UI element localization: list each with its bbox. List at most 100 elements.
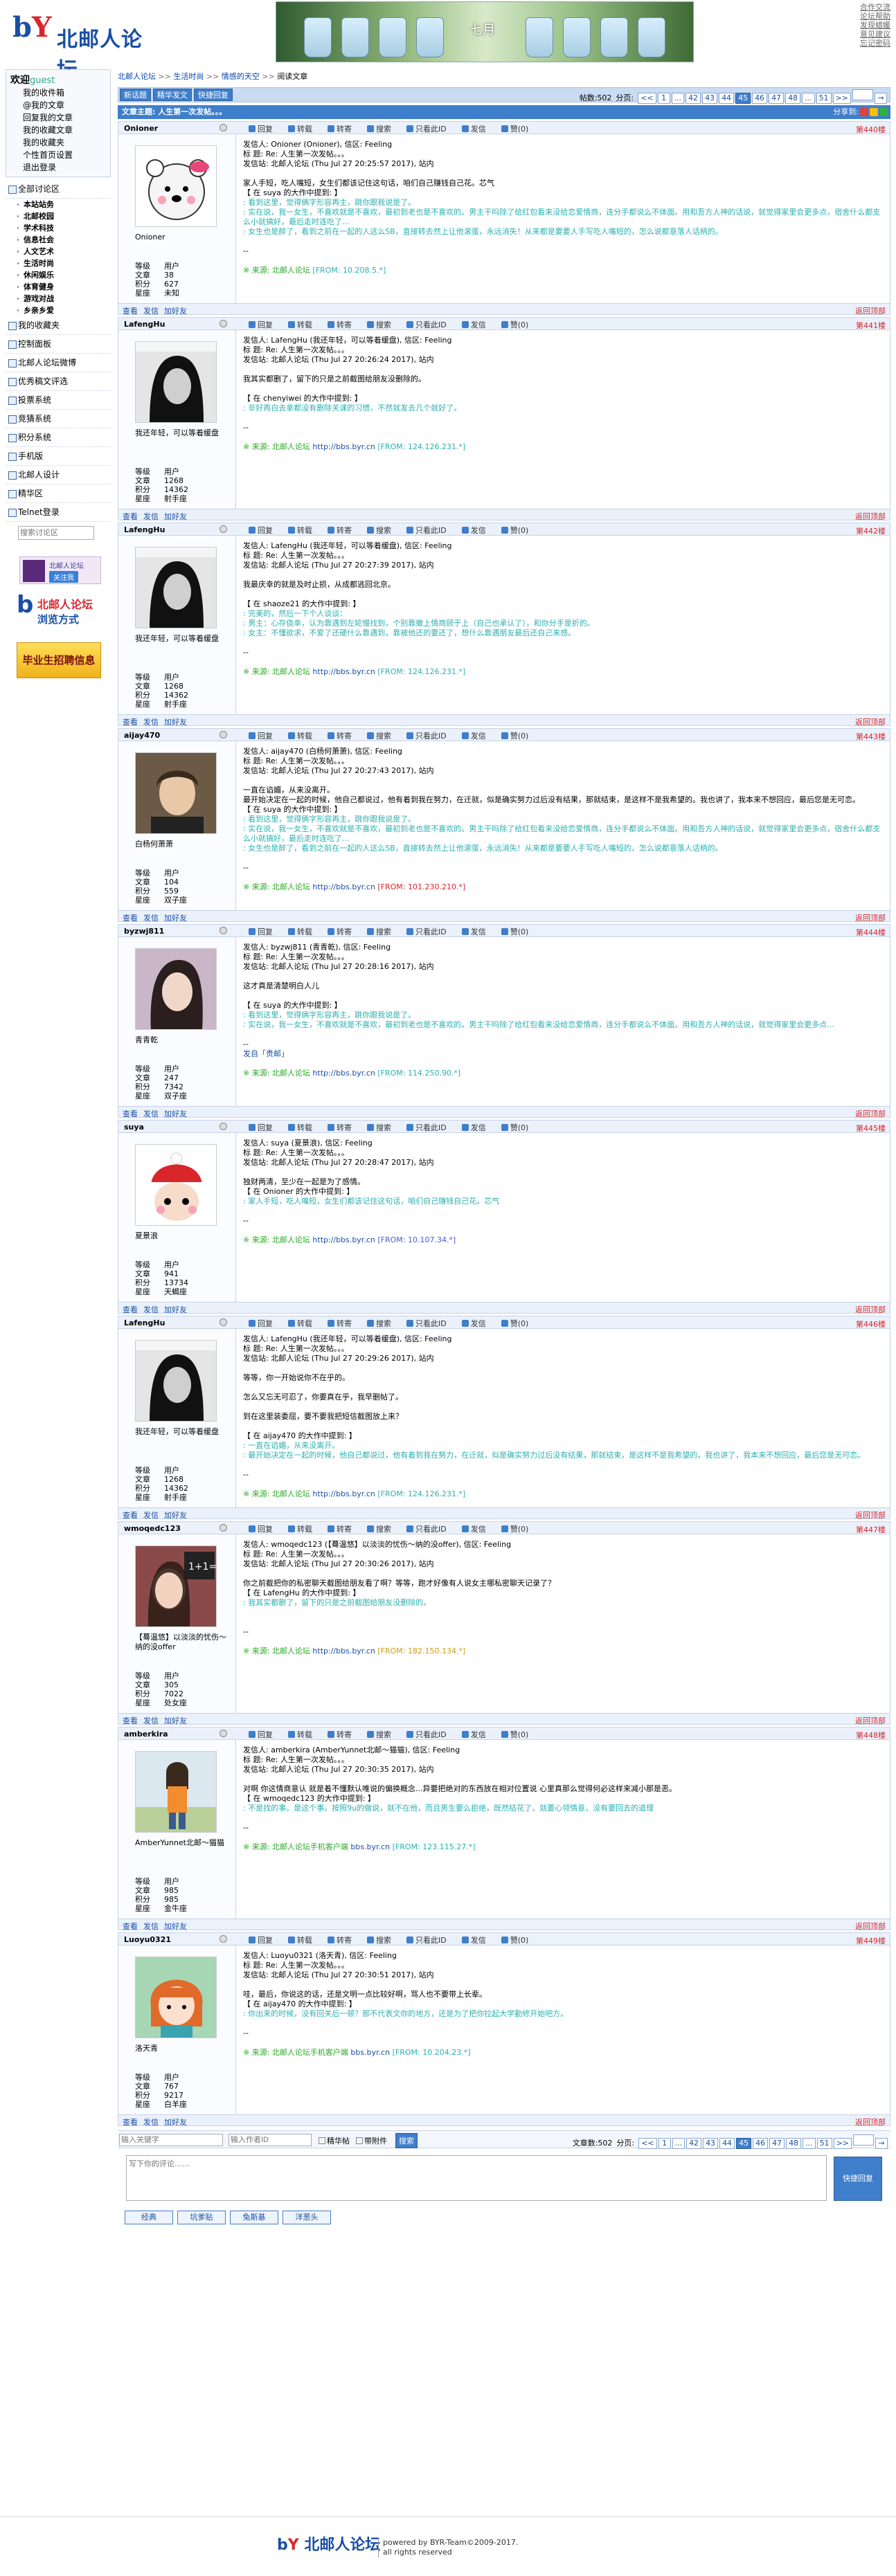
search-action[interactable]: 搜索 (367, 1729, 399, 1740)
only-this-id-action[interactable]: 只看此ID (406, 1318, 454, 1329)
sidebar-subsection[interactable]: 游戏对战 (17, 293, 111, 305)
post-author[interactable]: Onioner (124, 124, 158, 133)
forward-action[interactable]: 转寄 (328, 123, 359, 134)
send-mail-action[interactable]: 发信 (461, 1122, 494, 1133)
add-friend-link[interactable]: 加好友 (164, 1511, 187, 1520)
floor-number[interactable]: 第443楼 (856, 731, 886, 742)
user-link[interactable]: 我的收藏夹 (10, 136, 106, 149)
page-link[interactable]: ... (671, 93, 685, 104)
reply-action[interactable]: 回复 (249, 1729, 280, 1740)
search-action[interactable]: 搜索 (367, 1523, 399, 1534)
sidebar-subsection[interactable]: 学术科技 (17, 222, 111, 234)
view-profile-link[interactable]: 查看 (123, 1922, 138, 1931)
search-action[interactable]: 搜索 (367, 730, 399, 741)
view-profile-link[interactable]: 查看 (123, 1511, 138, 1520)
send-mail-action[interactable]: 发信 (461, 926, 494, 937)
add-friend-link[interactable]: 加好友 (164, 307, 187, 316)
view-profile-link[interactable]: 查看 (123, 718, 138, 727)
browse-mode-ad[interactable]: b 北邮人论坛 浏览方式 (17, 591, 104, 635)
repost-action[interactable]: 转载 (288, 1318, 320, 1329)
emoticon-tab-onion[interactable]: 洋葱头 (283, 2211, 331, 2224)
page-jump-input[interactable] (852, 89, 873, 100)
page-link[interactable]: 51 (816, 93, 832, 104)
sidebar-subsection[interactable]: 人文艺术 (17, 246, 111, 257)
source-link[interactable]: http://bbs.byr.cn (312, 1235, 375, 1244)
back-to-top-link[interactable]: 返回顶部 (855, 1715, 886, 1726)
view-profile-link[interactable]: 查看 (123, 512, 138, 521)
like-action[interactable]: 赞(0) (501, 926, 537, 937)
page-link[interactable]: 51 (816, 2138, 832, 2149)
send-mail-action[interactable]: 发信 (461, 525, 494, 536)
repost-action[interactable]: 转载 (288, 730, 320, 741)
sidebar-section[interactable]: 北邮人论坛微博 (6, 354, 111, 372)
send-mail-action[interactable]: 发信 (461, 1523, 494, 1534)
view-profile-link[interactable]: 查看 (123, 914, 138, 923)
search-action[interactable]: 搜索 (367, 319, 399, 330)
repost-action[interactable]: 转载 (288, 319, 320, 330)
only-this-id-action[interactable]: 只看此ID (406, 926, 454, 937)
page-link[interactable]: 1 (658, 2138, 671, 2149)
reply-action[interactable]: 回复 (249, 730, 280, 741)
only-this-id-action[interactable]: 只看此ID (406, 319, 454, 330)
floor-number[interactable]: 第444楼 (856, 927, 886, 938)
board-search-input[interactable] (18, 526, 94, 540)
page-link[interactable]: 45 (736, 2138, 752, 2149)
forward-action[interactable]: 转寄 (328, 319, 359, 330)
source-link[interactable]: bbs.byr.cn (350, 1842, 390, 1851)
avatar[interactable] (135, 752, 217, 834)
reply-textarea[interactable] (126, 2155, 827, 2201)
source-link[interactable]: http://bbs.byr.cn (312, 1647, 375, 1656)
floor-number[interactable]: 第445楼 (856, 1123, 886, 1134)
search-action[interactable]: 搜索 (367, 1318, 399, 1329)
page-link[interactable]: 43 (702, 93, 718, 104)
page-link[interactable]: 46 (753, 2138, 769, 2149)
page-link[interactable]: 47 (769, 93, 785, 104)
sidebar-section[interactable]: 手机版 (6, 447, 111, 466)
reply-action[interactable]: 回复 (249, 926, 280, 937)
forward-action[interactable]: 转寄 (328, 525, 359, 536)
back-to-top-link[interactable]: 返回顶部 (855, 2116, 886, 2128)
back-to-top-link[interactable]: 返回顶部 (855, 511, 886, 522)
user-link[interactable]: 个性首页设置 (10, 149, 106, 161)
forward-action[interactable]: 转寄 (328, 926, 359, 937)
repost-action[interactable]: 转载 (288, 1729, 320, 1740)
only-this-id-action[interactable]: 只看此ID (406, 1934, 454, 1945)
page-link[interactable]: 43 (703, 2138, 719, 2149)
source-link[interactable]: bbs.byr.cn (350, 2048, 390, 2057)
user-link[interactable]: @我的文章 (10, 99, 106, 111)
emoticon-tab-classic[interactable]: 经典 (125, 2211, 173, 2224)
post-author[interactable]: suya (124, 1123, 144, 1132)
repost-action[interactable]: 转载 (288, 1934, 320, 1945)
top-banner[interactable]: 七月 (276, 1, 694, 62)
add-friend-link[interactable]: 加好友 (164, 1922, 187, 1931)
view-profile-link[interactable]: 查看 (123, 1716, 138, 1725)
page-link[interactable]: 46 (752, 93, 768, 104)
top-link-forgot-password[interactable]: 忘记密码 (860, 39, 890, 48)
back-to-top-link[interactable]: 返回顶部 (855, 1304, 886, 1315)
floor-number[interactable]: 第446楼 (856, 1318, 886, 1330)
keyword-input[interactable] (119, 2134, 223, 2146)
add-friend-link[interactable]: 加好友 (164, 1716, 187, 1725)
page-link[interactable]: ... (802, 93, 815, 104)
send-mail-action[interactable]: 发信 (461, 1729, 494, 1740)
sidebar-subsection[interactable]: 本站站务 (17, 199, 111, 210)
floor-number[interactable]: 第440楼 (856, 124, 886, 135)
reply-action[interactable]: 回复 (249, 525, 280, 536)
crumb-board[interactable]: 情感的天空 (222, 72, 260, 81)
page-link[interactable]: >> (833, 2138, 852, 2149)
avatar[interactable] (135, 1340, 217, 1422)
sidebar-subsection[interactable]: 生活时尚 (17, 257, 111, 269)
weibo-ad[interactable]: 北邮人论坛 关注我 (19, 556, 101, 584)
send-mail-action[interactable]: 发信 (461, 123, 494, 134)
send-mail-link[interactable]: 发信 (143, 1716, 159, 1725)
filter-digest-checkbox[interactable]: 精华帖 (319, 2135, 350, 2146)
floor-number[interactable]: 第448楼 (856, 1730, 886, 1741)
quick-reply-button[interactable]: 快捷回复 (194, 89, 233, 101)
search-action[interactable]: 搜索 (367, 1122, 399, 1133)
sidebar-subsection[interactable]: 休闲娱乐 (17, 269, 111, 281)
repost-action[interactable]: 转载 (288, 1122, 320, 1133)
post-author[interactable]: aijay470 (124, 731, 160, 740)
page-link[interactable]: 47 (769, 2138, 785, 2149)
post-author[interactable]: Luoyu0321 (124, 1935, 171, 1944)
send-mail-action[interactable]: 发信 (461, 1934, 494, 1945)
